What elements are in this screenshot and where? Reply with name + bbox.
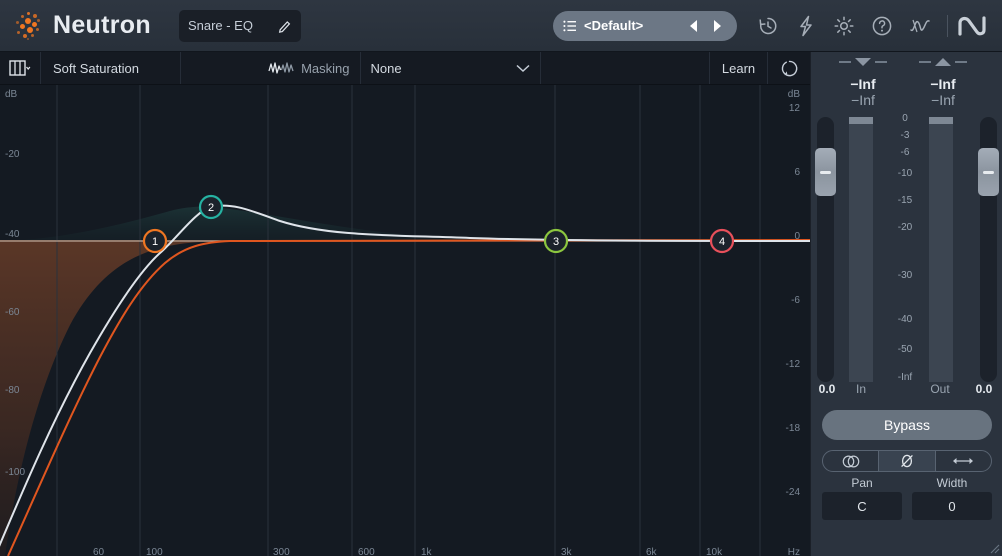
header-controls: <Default>	[553, 10, 1002, 41]
input-level-meter	[849, 124, 873, 382]
masking-toggle[interactable]: Masking	[181, 52, 361, 84]
eq-toolbar: Soft Saturation Masking None Learn	[0, 52, 810, 85]
eq-node-3[interactable]: 3	[543, 228, 569, 254]
meter-scale-3: -10	[897, 168, 913, 179]
output-trim-marker[interactable]	[908, 58, 978, 66]
next-arrow-icon	[713, 19, 721, 32]
preset-prev-button[interactable]	[683, 15, 705, 37]
eq-node-2-label: 2	[208, 202, 214, 214]
prev-arrow-icon	[689, 19, 697, 32]
output-peak-primary: −Inf	[930, 76, 956, 92]
width-label: Width	[936, 476, 968, 490]
width-arrows-icon	[953, 458, 974, 464]
panel-layout-button[interactable]	[0, 52, 41, 84]
output-gain-value[interactable]: 0.0	[966, 382, 1002, 396]
eq-node-1[interactable]: 1	[142, 228, 168, 254]
eq-curve-canvas: 1 2 3 4	[0, 85, 810, 556]
stereo-width-button[interactable]	[936, 451, 991, 471]
input-meter-cap	[849, 117, 873, 124]
pan-value[interactable]: C	[822, 492, 902, 520]
phase-invert-icon	[901, 454, 913, 468]
panel-columns-icon	[9, 60, 31, 76]
output-meter-label: Out	[930, 382, 950, 396]
phase-invert-button[interactable]	[879, 451, 936, 471]
bypass-button[interactable]: Bypass	[822, 410, 992, 440]
learn-reset-button[interactable]	[768, 52, 810, 84]
input-meter-label: In	[855, 382, 866, 396]
help-icon[interactable]	[870, 14, 894, 38]
output-peak-secondary: −Inf	[931, 92, 955, 108]
chevron-down-icon	[515, 64, 530, 72]
brand-title: Neutron	[53, 11, 151, 39]
history-icon[interactable]	[756, 14, 780, 38]
reset-circle-icon	[781, 60, 797, 76]
toolbar-spacer	[541, 52, 710, 84]
gear-icon[interactable]	[832, 14, 856, 38]
eq-node-4[interactable]: 4	[709, 228, 735, 254]
triangle-down-icon	[855, 58, 871, 66]
pan-label: Pan	[851, 476, 873, 490]
band-1-highpass-curve	[7, 239, 810, 556]
input-gain-value[interactable]: 0.0	[811, 382, 843, 396]
lightning-icon[interactable]	[794, 14, 818, 38]
meter-scale-7: -40	[897, 314, 913, 325]
triangle-up-icon	[935, 58, 951, 66]
input-peak-secondary: −Inf	[851, 92, 875, 108]
input-marker-dash-left	[839, 61, 851, 63]
eq-node-1-label: 1	[152, 236, 158, 248]
learn-button[interactable]: Learn	[710, 52, 768, 84]
eq-graph[interactable]: 1 2 3 4 dB -20 -40 -60 -80 -100 dB 12 6 …	[0, 85, 810, 556]
meter-scale-9: -Inf	[897, 372, 913, 383]
preset-next-button[interactable]	[705, 15, 727, 37]
masking-label: Masking	[301, 60, 350, 76]
saturation-mode-label[interactable]: Soft Saturation	[41, 52, 181, 84]
preset-selector[interactable]: <Default>	[553, 10, 737, 41]
right-panel: −Inf −Inf −Inf −Inf 0 -3 -6 -10 -15 -20 …	[810, 52, 1002, 556]
stereo-mode-segments	[822, 450, 992, 472]
eq-node-4-label: 4	[719, 236, 725, 248]
meter-scale-6: -30	[897, 270, 913, 281]
list-icon[interactable]	[563, 20, 577, 32]
output-meter-cap	[929, 117, 953, 124]
stereo-icon	[842, 454, 859, 468]
output-gain-fader[interactable]	[978, 117, 999, 382]
waveform-icon[interactable]	[908, 14, 932, 38]
izotope-n-logo	[958, 15, 986, 36]
meter-scale-8: -50	[897, 344, 913, 355]
neutron-plugin-window: Neutron Snare - EQ <Default> Soft Satura…	[0, 0, 1002, 556]
vertical-gridlines	[56, 85, 761, 556]
eq-node-3-label: 3	[553, 236, 559, 248]
resize-grip-icon[interactable]	[988, 542, 1000, 554]
output-marker-dash-right	[955, 61, 967, 63]
eq-node-2[interactable]: 2	[198, 194, 224, 220]
app-header: Neutron Snare - EQ <Default>	[0, 0, 1002, 52]
meter-scale-0: 0	[902, 113, 908, 124]
input-spectrum-fill	[0, 240, 810, 556]
meter-scale-1: -3	[900, 130, 910, 141]
masking-source-value: None	[370, 60, 402, 76]
masking-waveform-icon	[268, 62, 294, 74]
output-level-meter	[929, 124, 953, 382]
input-gain-fader[interactable]	[815, 117, 836, 382]
header-divider	[947, 14, 948, 37]
meter-scale-5: -20	[897, 222, 913, 233]
masking-source-dropdown[interactable]: None	[361, 52, 541, 84]
input-marker-dash-right	[875, 61, 887, 63]
output-marker-dash-left	[919, 61, 931, 63]
meter-scale-4: -15	[897, 195, 913, 206]
preset-name-text: Snare - EQ	[187, 18, 253, 33]
meter-scale-2: -6	[900, 147, 910, 158]
stereo-link-button[interactable]	[823, 451, 880, 471]
preset-value: <Default>	[584, 18, 644, 33]
input-peak-primary: −Inf	[850, 76, 876, 92]
width-value[interactable]: 0	[912, 492, 992, 520]
preset-name-field[interactable]: Snare - EQ	[178, 9, 301, 42]
neutron-dots-logo	[14, 11, 44, 41]
input-trim-marker[interactable]	[828, 58, 898, 66]
input-gain-fader-knob[interactable]	[815, 148, 836, 196]
brand-logo: Neutron	[14, 11, 151, 41]
pencil-icon[interactable]	[278, 19, 292, 33]
output-gain-fader-knob[interactable]	[978, 148, 999, 196]
